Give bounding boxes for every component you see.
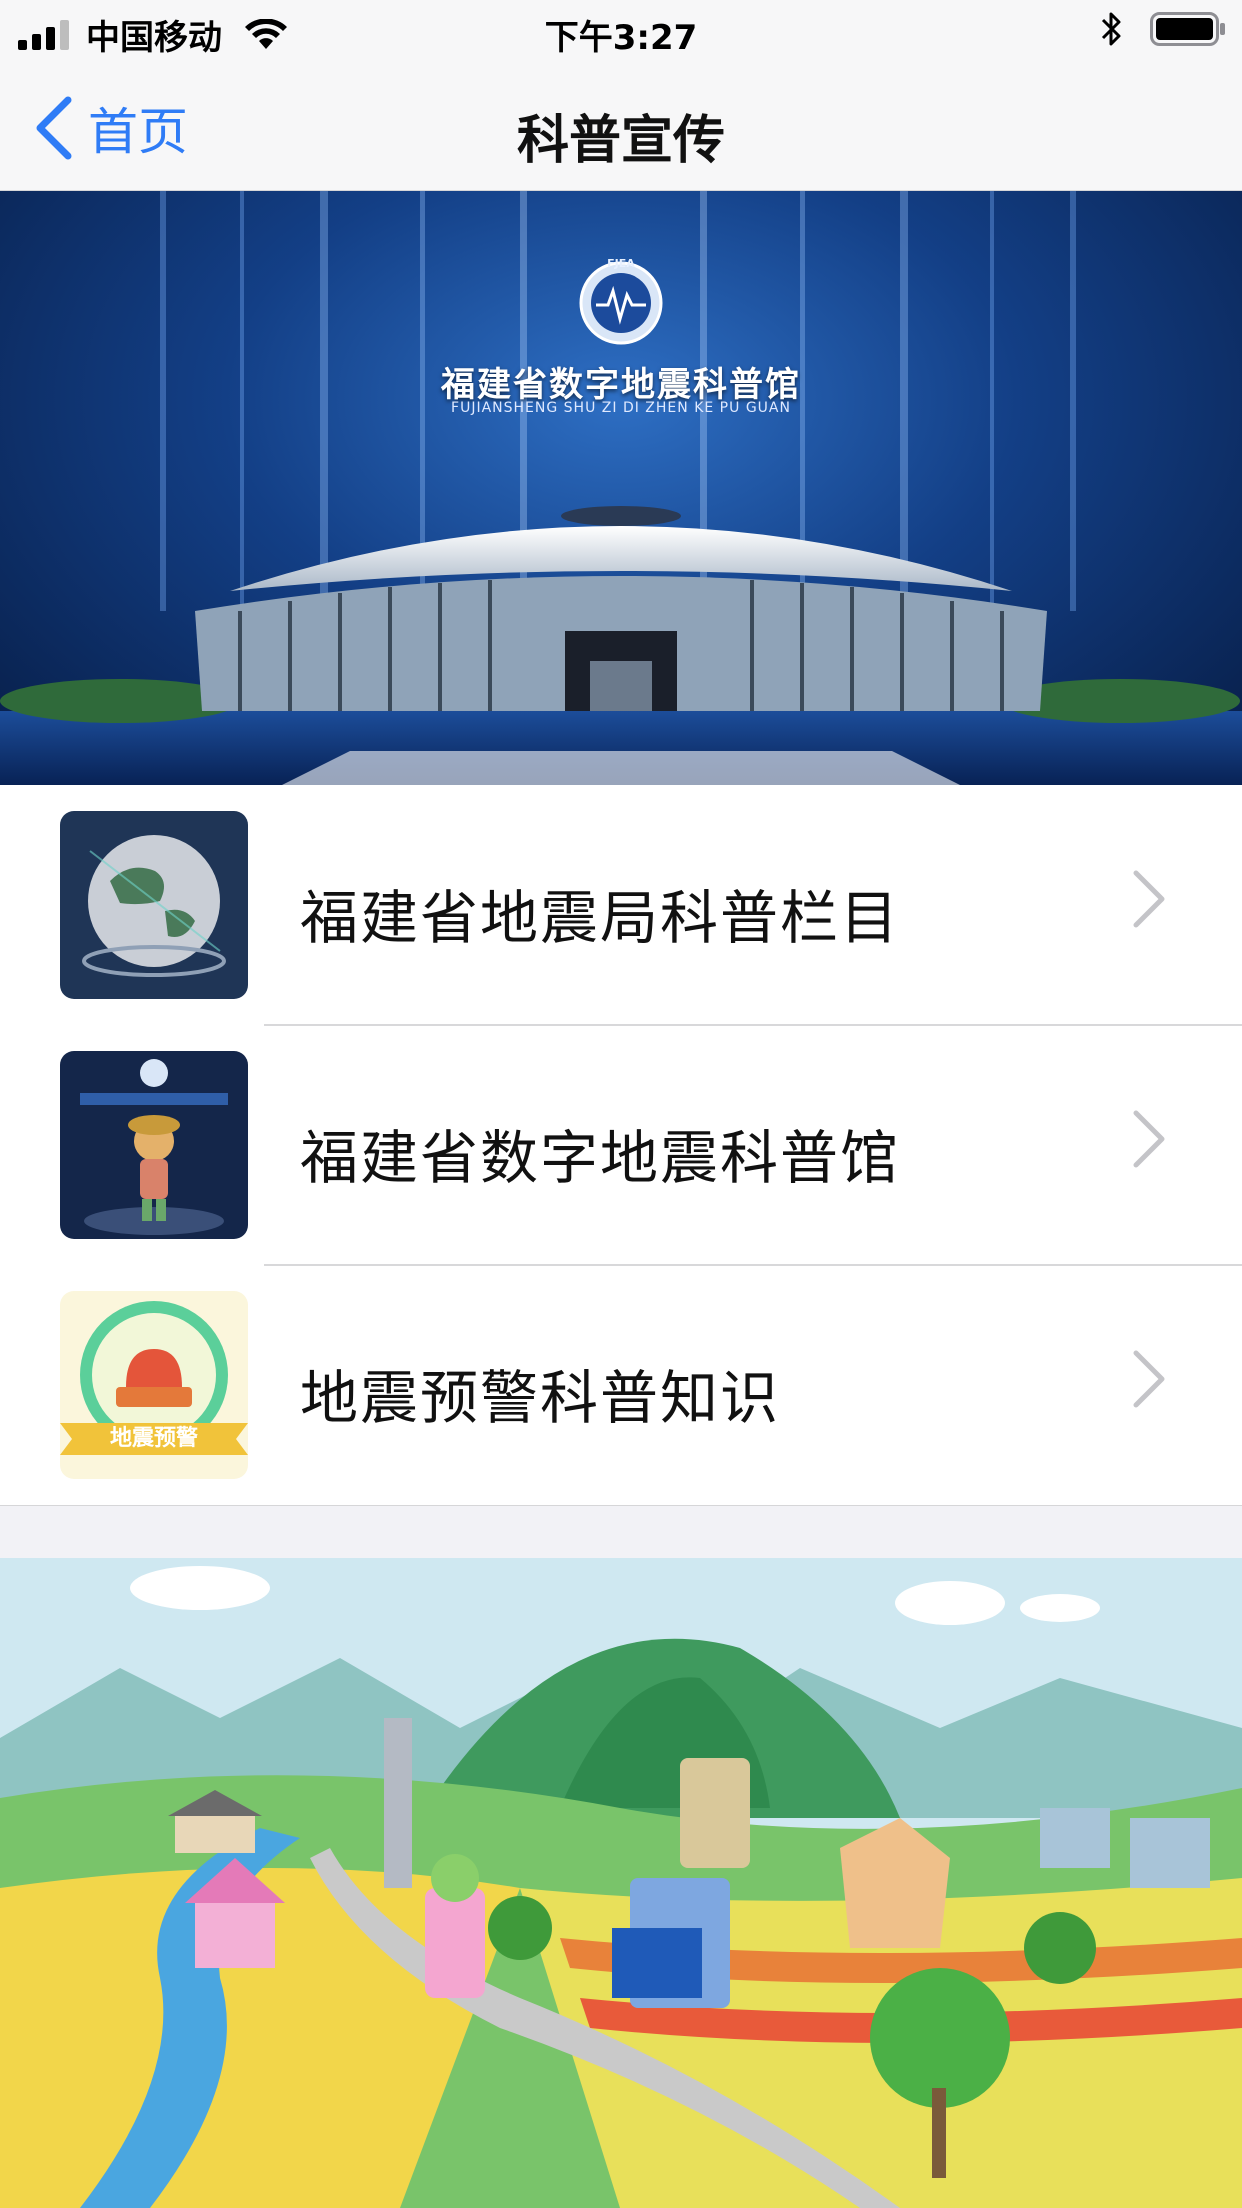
banner-pinyin: FUJIANSHENG SHU ZI DI ZHEN KE PU GUAN: [451, 400, 791, 416]
status-bar: 中国移动 下午3:27: [0, 0, 1242, 62]
battery-icon: [1150, 12, 1225, 46]
banner-logo-abbr: FJEA: [607, 257, 635, 270]
cartoon-village-illustration[interactable]: [0, 1558, 1242, 2208]
museum-banner-image: [0, 191, 1242, 785]
list-item-label: 福建省地震局科普栏目: [300, 884, 901, 952]
navigation-bar: 首页 科普宣传: [0, 62, 1242, 191]
status-right: [1098, 10, 1226, 48]
globe-thumbnail-icon: [60, 811, 248, 999]
list-item-early-warning[interactable]: 地震预警 地震预警科普知识: [0, 1265, 1242, 1505]
museum-thumbnail-icon: [60, 1051, 248, 1239]
alert-badge-text: 地震预警: [109, 1426, 198, 1451]
list-item-label: 地震预警科普知识: [300, 1364, 781, 1432]
screen: 中国移动 下午3:27 首页 科普宣传 FJEA 福建省数字地震科普馆 FUJI…: [0, 0, 1242, 2208]
status-time: 下午3:27: [544, 18, 698, 58]
topic-list: 福建省地震局科普栏目 福建省数字地震科普馆 地震预警 地震预警科普知识: [0, 785, 1242, 1506]
museum-banner[interactable]: FJEA 福建省数字地震科普馆 FUJIANSHENG SHU ZI DI ZH…: [0, 191, 1242, 785]
cartoon-village-image: [0, 1566, 1242, 2208]
chevron-right-icon: [1133, 1110, 1165, 1168]
bluetooth-icon: [1101, 12, 1121, 46]
banner-title: 福建省数字地震科普馆: [441, 365, 801, 405]
page-title: 科普宣传: [516, 111, 725, 171]
chevron-right-icon: [1133, 1350, 1165, 1408]
earthquake-alert-thumbnail-icon: 地震预警: [60, 1291, 248, 1479]
list-item-label: 福建省数字地震科普馆: [300, 1124, 901, 1192]
chevron-right-icon: [1133, 870, 1165, 928]
list-item-digital-museum[interactable]: 福建省数字地震科普馆: [0, 1025, 1242, 1265]
list-item-fujian-earthquake-bureau[interactable]: 福建省地震局科普栏目: [0, 785, 1242, 1025]
